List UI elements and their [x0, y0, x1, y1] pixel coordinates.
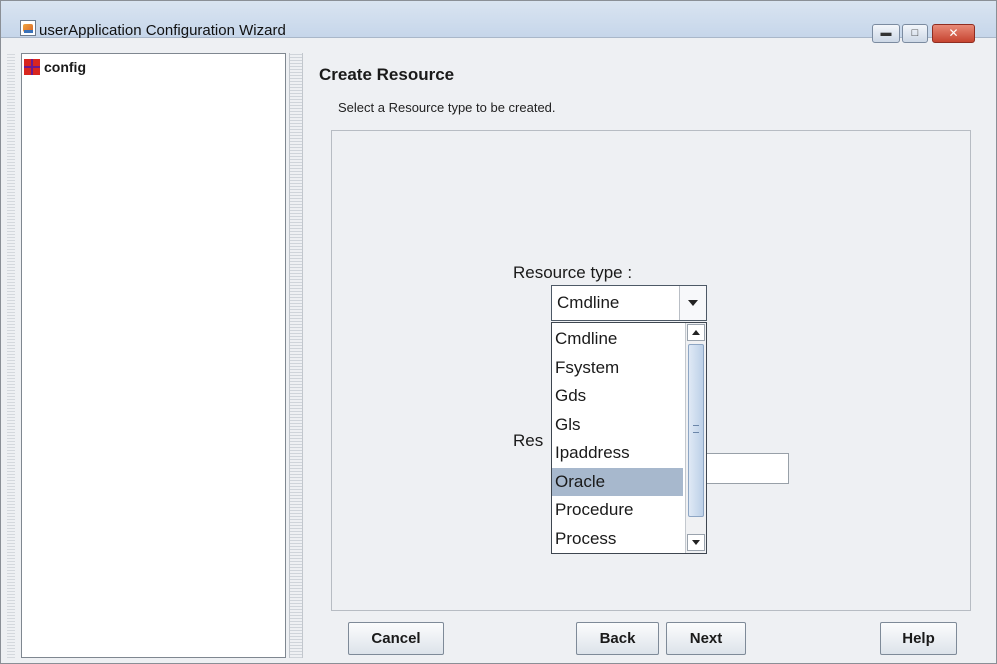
back-button[interactable]: Back: [576, 622, 659, 655]
panel-splitter[interactable]: [289, 53, 303, 658]
scroll-up-arrow-icon[interactable]: [687, 324, 705, 341]
resource-name-label: Res: [513, 431, 544, 450]
dropdown-scrollbar[interactable]: [685, 323, 706, 553]
dropdown-option-fsystem[interactable]: Fsystem: [552, 354, 683, 382]
java-app-icon: [20, 20, 36, 36]
window-title: userApplication Configuration Wizard: [39, 22, 286, 39]
chevron-down-icon[interactable]: [679, 286, 706, 320]
scroll-down-arrow-icon[interactable]: [687, 534, 705, 551]
dropdown-option-gls[interactable]: Gls: [552, 411, 683, 439]
left-edge-grip: [7, 53, 15, 658]
dropdown-option-cmdline[interactable]: Cmdline: [552, 325, 683, 353]
dropdown-option-process[interactable]: Process: [552, 525, 683, 553]
minimize-button[interactable]: ▬: [872, 24, 900, 43]
close-icon: ✕: [948, 26, 959, 40]
dropdown-option-gds[interactable]: Gds: [552, 382, 683, 410]
dropdown-option-oracle[interactable]: Oracle: [552, 468, 683, 496]
scrollbar-thumb[interactable]: [688, 344, 704, 517]
tree-item-config[interactable]: config: [24, 58, 86, 76]
tree-panel: config: [21, 53, 286, 658]
maximize-button[interactable]: □: [902, 24, 928, 43]
page-title: Create Resource: [319, 65, 455, 84]
wizard-window: userApplication Configuration Wizard ▬ □…: [0, 0, 997, 664]
config-node-icon: [24, 59, 40, 75]
dropdown-option-ipaddress[interactable]: Ipaddress: [552, 439, 683, 467]
help-button[interactable]: Help: [880, 622, 957, 655]
maximize-icon: □: [911, 27, 919, 39]
dropdown-option-procedure[interactable]: Procedure: [552, 496, 683, 524]
cancel-button[interactable]: Cancel: [348, 622, 444, 655]
page-subtitle: Select a Resource type to be created.: [338, 100, 556, 115]
next-button[interactable]: Next: [666, 622, 746, 655]
resource-type-label: Resource type :: [513, 263, 633, 282]
resource-type-combobox[interactable]: Cmdline: [551, 285, 707, 321]
minimize-icon: ▬: [880, 27, 892, 39]
resource-type-selected: Cmdline: [557, 293, 620, 312]
tree-item-label: config: [44, 59, 86, 75]
resource-type-dropdown-list: Cmdline Fsystem Gds Gls Ipaddress Oracle…: [551, 322, 707, 554]
close-button[interactable]: ✕: [932, 24, 975, 43]
